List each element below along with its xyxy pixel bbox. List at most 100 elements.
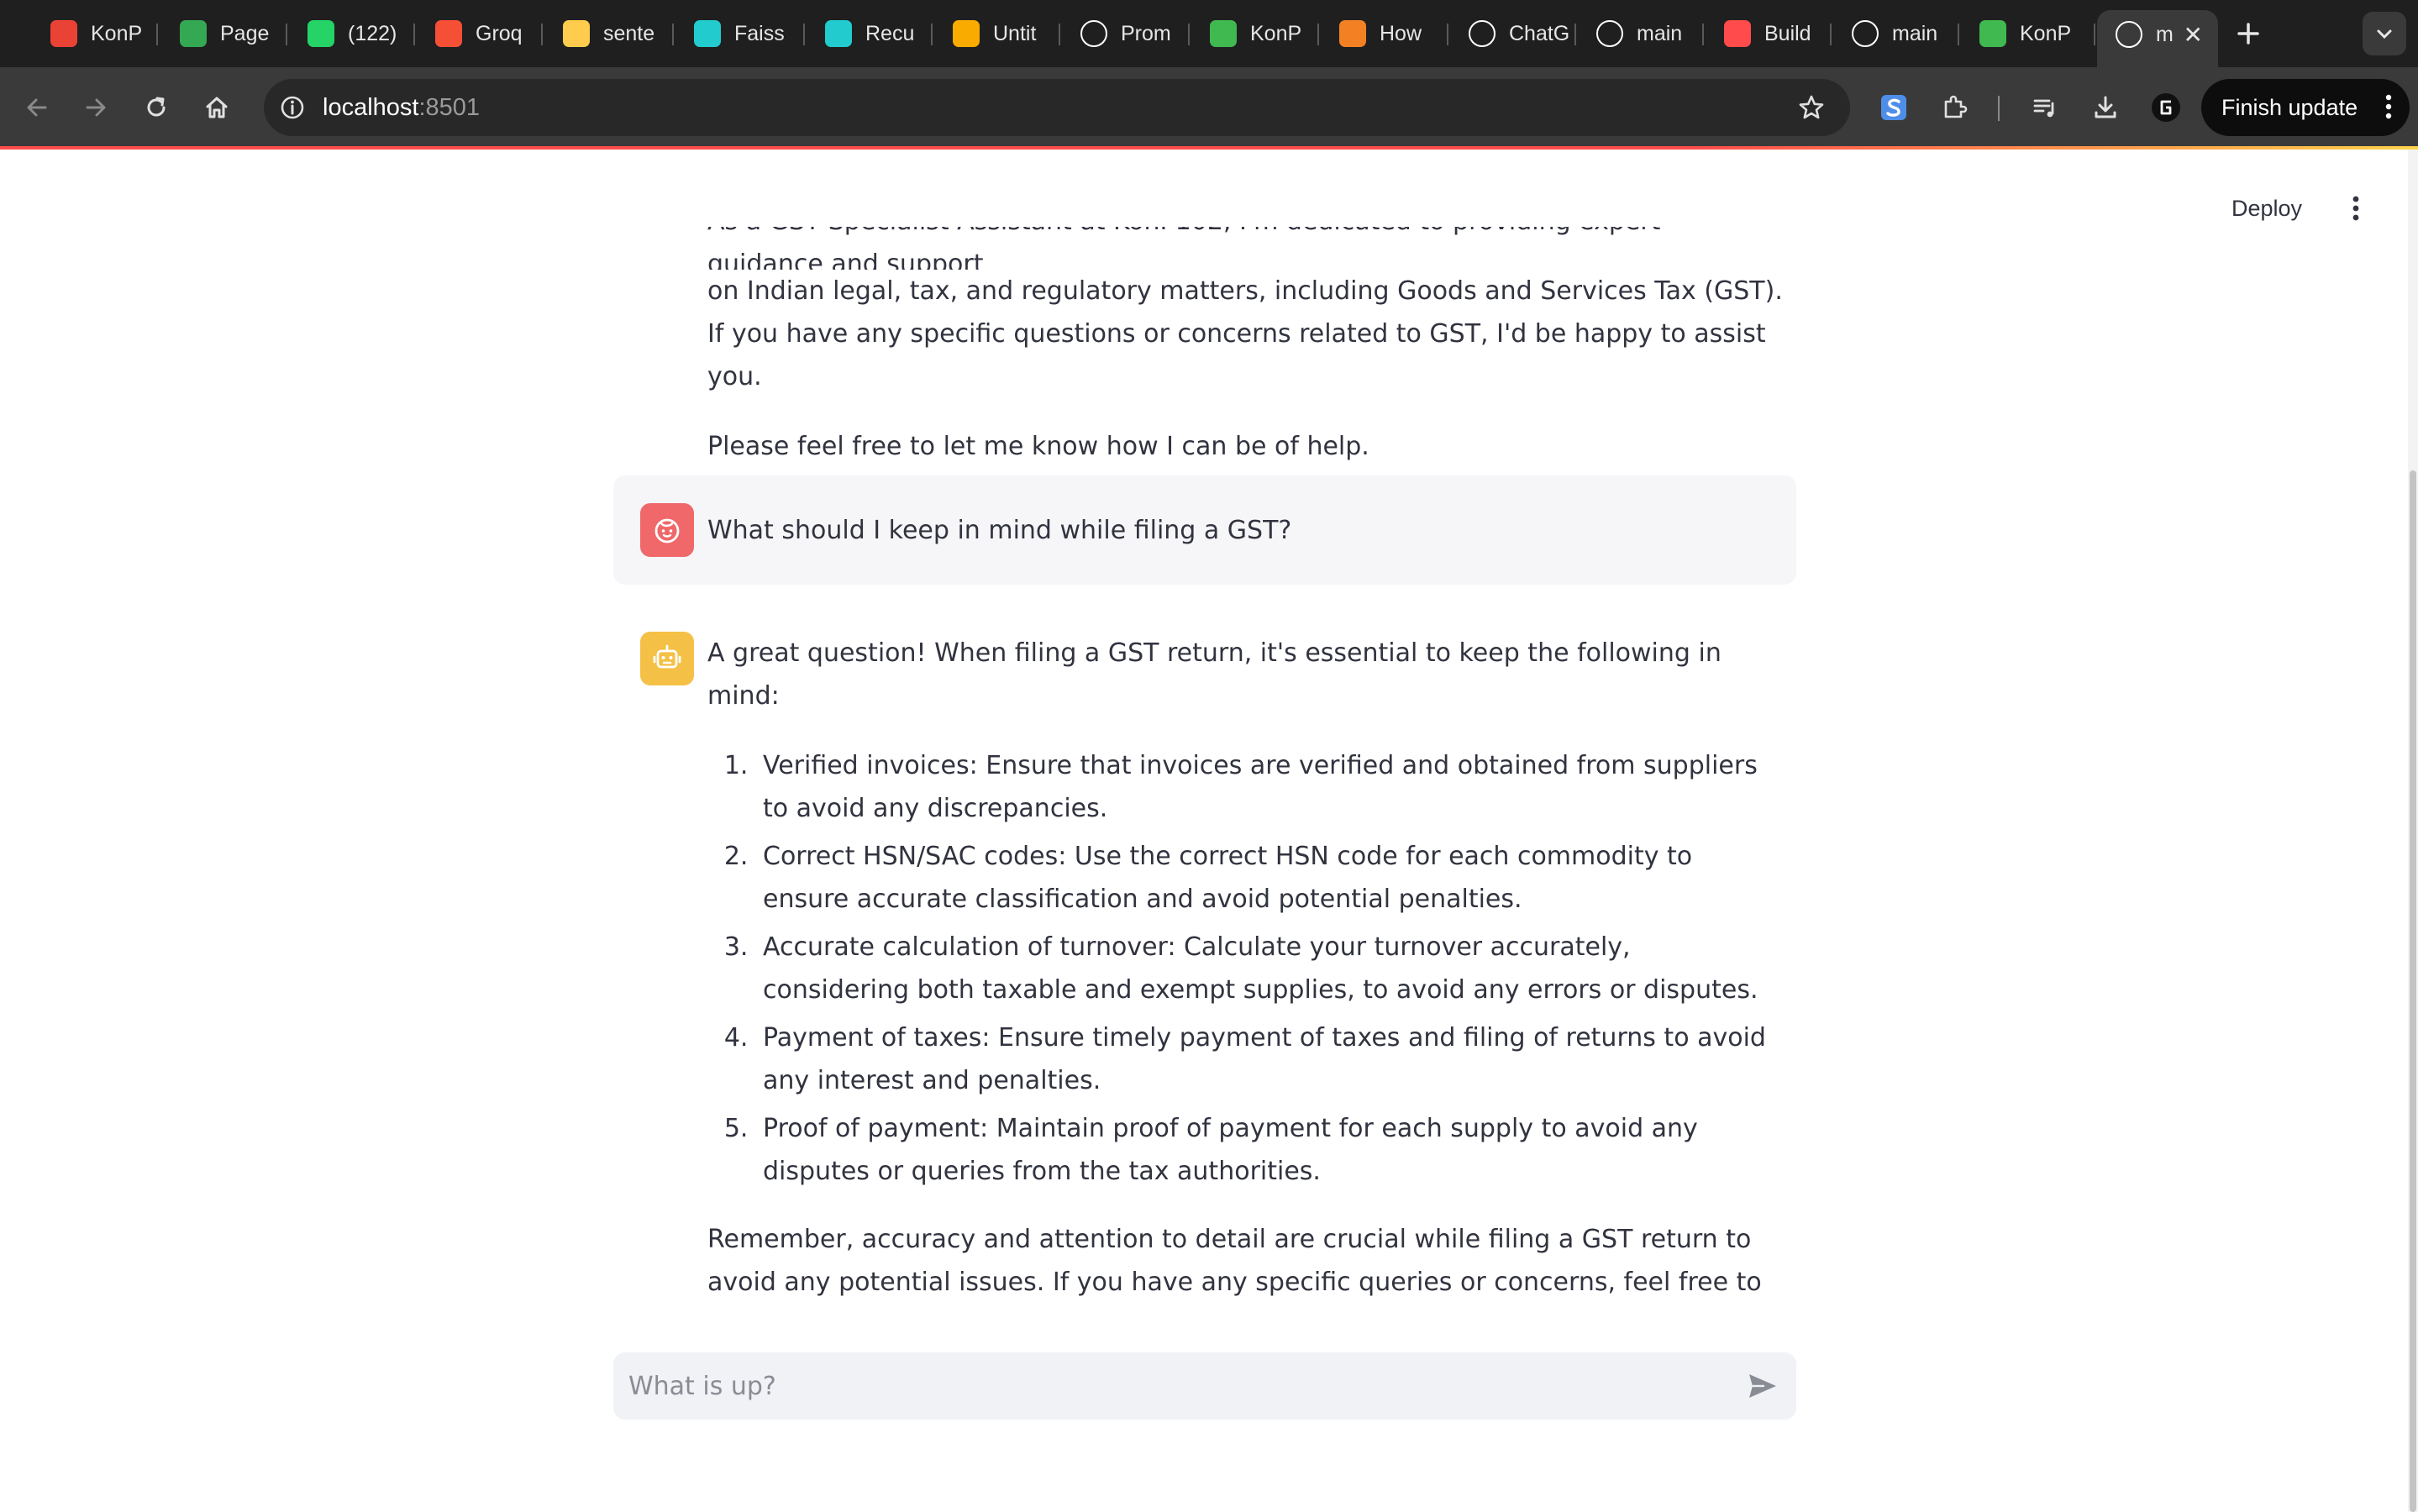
main-menu-button[interactable] [2334, 186, 2378, 230]
browser-tab[interactable]: How [1321, 10, 1448, 57]
tab-separator [1059, 24, 1060, 45]
message-paragraph: Please feel free to let me know how I ca… [707, 432, 1369, 461]
arrow-left-icon [27, 98, 47, 117]
new-tab-button[interactable] [2226, 12, 2270, 55]
browser-tab[interactable]: m ✕ [2097, 10, 2218, 67]
tab-title: Untit [993, 21, 1037, 45]
groq-icon [435, 20, 462, 47]
tab-title: Page [220, 21, 270, 45]
streamlit-icon [2116, 21, 2142, 48]
reload-button[interactable] [134, 86, 178, 129]
message-paragraph: on Indian legal, tax, and regulatory mat… [707, 276, 1783, 391]
url-text: localhost:8501 [323, 94, 480, 122]
browser-tab[interactable]: main [1833, 10, 1959, 57]
toolbar-divider [1998, 96, 2000, 121]
browser-tab[interactable]: Untit [934, 10, 1060, 57]
tab-search-button[interactable] [2363, 12, 2406, 55]
numbered-list: Verified invoices: Ensure that invoices … [707, 744, 1783, 1193]
tab-separator [413, 24, 415, 45]
tab-separator [1317, 24, 1319, 45]
tab-title: KonP [1250, 21, 1302, 45]
browser-tab[interactable]: Prom [1062, 10, 1190, 57]
downloads-button[interactable] [2084, 86, 2127, 129]
message-paragraph: Remember, accuracy and attention to deta… [707, 1225, 1762, 1297]
smile-face-icon [654, 518, 680, 543]
site-info-button[interactable] [276, 91, 309, 124]
close-tab-icon[interactable]: ✕ [2184, 21, 2203, 49]
browser-tab[interactable]: Build [1706, 10, 1832, 57]
tab-separator [1702, 24, 1704, 45]
finish-update-button[interactable]: Finish update [2201, 79, 2410, 136]
browser-tab[interactable]: Groq [417, 10, 543, 57]
bookmark-button[interactable] [1795, 91, 1828, 124]
browser-tab[interactable]: (122) [289, 10, 415, 57]
url-port: :8501 [418, 94, 481, 121]
deploy-button[interactable]: Deploy [2218, 186, 2315, 230]
tab-title: sente [603, 21, 655, 45]
browser-tab[interactable]: Recu [807, 10, 933, 57]
list-item: Correct HSN/SAC codes: Use the correct H… [756, 835, 1783, 921]
list-item: Verified invoices: Ensure that invoices … [756, 744, 1783, 830]
streamlit-icon [1852, 20, 1879, 47]
message-content: A great question! When filing a GST retu… [707, 632, 1783, 1304]
tab-separator [541, 24, 543, 45]
browser-tab[interactable]: KonP [32, 10, 158, 57]
tab-title: How [1380, 21, 1422, 45]
forward-button[interactable] [74, 86, 118, 129]
openai-icon [1080, 20, 1107, 47]
paperswithcode-icon [694, 20, 721, 47]
browser-tab[interactable]: ChatG [1450, 10, 1576, 57]
robot-icon [653, 644, 681, 669]
browser-tab[interactable]: main [1578, 10, 1704, 57]
browser-tab[interactable]: KonP [1191, 10, 1319, 57]
puzzle-icon [1944, 95, 1968, 118]
extension-s-button[interactable] [1872, 86, 1916, 129]
assistant-avatar [640, 632, 694, 685]
browser-tab[interactable]: Faiss [675, 10, 805, 57]
media-control-button[interactable] [2023, 86, 2067, 129]
tab-separator [1447, 24, 1448, 45]
chevron-down-icon [2377, 29, 2392, 39]
tab-title: Build [1764, 21, 1811, 45]
paperswithcode-icon [825, 20, 852, 47]
profile-avatar-icon [2152, 93, 2180, 122]
extensions-button[interactable] [1932, 86, 1976, 129]
tab-title: Groq [476, 21, 523, 45]
browser-toolbar: localhost:8501 Finish update [0, 67, 2418, 148]
home-button[interactable] [195, 86, 239, 129]
chat-messages: As a GST Specialist Assistant at KonP102… [613, 220, 1796, 1304]
list-item: Payment of taxes: Ensure timely payment … [756, 1016, 1783, 1102]
drive-icon [180, 20, 207, 47]
message-clipped-line: As a GST Specialist Assistant at KonP102… [707, 227, 1766, 270]
chat-input-container [613, 1352, 1796, 1420]
tab-separator [156, 24, 158, 45]
browser-tab-strip: KonP Page (122) Groq sente Faiss Recu Untit Prom… [0, 0, 2418, 67]
send-icon [1749, 1374, 1776, 1398]
huggingface-icon [563, 20, 590, 47]
tab-separator [1830, 24, 1832, 45]
url-host: localhost [323, 94, 419, 121]
tab-separator [931, 24, 933, 45]
tab-separator [1188, 24, 1190, 45]
tab-title: Faiss [734, 21, 785, 45]
address-bar[interactable]: localhost:8501 [264, 79, 1850, 136]
info-icon [281, 96, 304, 119]
openai-icon [1469, 20, 1495, 47]
tab-separator [803, 24, 805, 45]
browser-tab[interactable]: Page [161, 10, 287, 57]
stackoverflow-icon [1339, 20, 1366, 47]
scrollbar-thumb[interactable] [2410, 470, 2416, 1512]
browser-tab[interactable]: sente [544, 10, 674, 57]
send-button[interactable] [1743, 1366, 1783, 1406]
tab-title: main [1892, 21, 1938, 45]
tab-title: KonP [91, 21, 143, 45]
star-icon [1799, 95, 1824, 119]
whatsapp-icon [308, 20, 334, 47]
tab-title: ChatG [1509, 21, 1570, 45]
plus-icon [2237, 23, 2259, 45]
back-button[interactable] [15, 86, 59, 129]
profile-button[interactable] [2144, 86, 2188, 129]
browser-tab[interactable]: KonP [1961, 10, 2095, 57]
chat-input[interactable] [628, 1362, 1721, 1410]
message-paragraph: A great question! When filing a GST retu… [707, 638, 1722, 711]
